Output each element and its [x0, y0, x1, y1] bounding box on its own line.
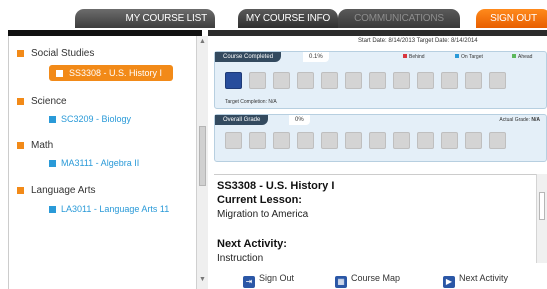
course-info-scrollbar[interactable] [536, 174, 547, 263]
course-bullet-icon [56, 70, 63, 77]
course-item-sc3209[interactable]: SC3209 - Biology [49, 114, 132, 124]
progress-cell [393, 72, 410, 89]
progress-cell [489, 72, 506, 89]
progress-cell [297, 72, 314, 89]
actual-grade-label: Actual Grade: [499, 117, 530, 123]
tab-my-course-list[interactable]: MY COURSE LIST [75, 9, 215, 28]
subject-social-studies: Social Studies [17, 48, 95, 59]
overall-grade-label: Overall Grade [215, 115, 269, 125]
course-bullet-icon [49, 116, 56, 123]
legend-on-target-icon [455, 54, 459, 58]
legend-behind-label: Behind [409, 54, 425, 60]
subject-label: Science [31, 96, 67, 107]
sign-out-tab[interactable]: SIGN OUT [476, 9, 547, 28]
subject-label: Language Arts [31, 185, 96, 196]
course-dates: Start Date: 8/14/2013 Target Date: 8/14/… [358, 38, 478, 44]
subject-science: Science [17, 96, 67, 107]
course-title: SS3308 - U.S. History I [217, 180, 335, 192]
progress-cell [273, 72, 290, 89]
overall-grade-value: 0% [289, 115, 310, 125]
grade-cell [393, 132, 410, 149]
subject-label: Social Studies [31, 48, 95, 59]
course-label: MA3111 - Algebra II [61, 158, 140, 168]
course-map-icon: ▦ [335, 276, 347, 288]
course-actions: ⇥ Sign Out ▦ Course Map ▶ Next Activity [208, 270, 547, 289]
course-label: SS3308 - U.S. History I [69, 68, 163, 78]
tab-communications[interactable]: COMMUNICATIONS [338, 9, 460, 28]
grade-cell [297, 132, 314, 149]
course-label: SC3209 - Biology [61, 114, 132, 124]
progress-cell [369, 72, 386, 89]
legend-ahead-label: Ahead [518, 54, 533, 60]
progress-cell [345, 72, 362, 89]
current-lesson-label: Current Lesson: [217, 194, 302, 206]
grade-cell [225, 132, 242, 149]
course-bullet-icon [49, 160, 56, 167]
course-item-la3011[interactable]: LA3011 - Language Arts 11 [49, 204, 170, 214]
subject-bullet-icon [17, 50, 24, 57]
subject-bullet-icon [17, 142, 24, 149]
grade-cell [321, 132, 338, 149]
course-info-panel: Start Date: 8/14/2013 Target Date: 8/14/… [208, 30, 547, 289]
grade-cell [369, 132, 386, 149]
grade-cell [465, 132, 482, 149]
legend-ahead-icon [512, 54, 516, 58]
subject-math: Math [17, 140, 54, 151]
legend-ahead: Ahead [512, 54, 532, 60]
course-label: LA3011 - Language Arts 11 [61, 204, 170, 214]
grade-cell [489, 132, 506, 149]
course-list-panel: Social Studies SS3308 - U.S. History I S… [8, 36, 197, 289]
legend-on-target: On Target [455, 54, 483, 60]
scroll-up-icon[interactable]: ▲ [199, 38, 206, 45]
sign-out-label: Sign Out [259, 273, 295, 283]
scrollbar-thumb[interactable] [539, 192, 545, 220]
completion-cells [225, 72, 506, 89]
course-info-details: SS3308 - U.S. History I Current Lesson: … [214, 174, 536, 264]
sign-out-button[interactable]: ⇥ Sign Out [243, 273, 294, 288]
scrollbar-thumb[interactable] [199, 126, 206, 186]
next-activity-value: Instruction [217, 253, 264, 264]
grade-cells [225, 132, 506, 149]
course-progress-box: Course Completed 0.1% Behind On Target A… [214, 51, 547, 109]
sign-out-icon: ⇥ [243, 276, 255, 288]
legend-behind-icon [403, 54, 407, 58]
progress-cell [249, 72, 266, 89]
subject-language-arts: Language Arts [17, 185, 96, 196]
progress-cell [465, 72, 482, 89]
top-nav: MY COURSE LIST MY COURSE INFO COMMUNICAT… [0, 0, 547, 30]
course-item-ma3111[interactable]: MA3111 - Algebra II [49, 158, 140, 168]
subject-label: Math [31, 140, 54, 151]
subject-bullet-icon [17, 187, 24, 194]
grade-cell [345, 132, 362, 149]
progress-cell [321, 72, 338, 89]
subject-bullet-icon [17, 98, 24, 105]
target-completion: Target Completion: N/A [225, 99, 277, 105]
legend-on-target-label: On Target [461, 54, 483, 60]
course-map-button[interactable]: ▦ Course Map [335, 273, 400, 288]
grade-cell [441, 132, 458, 149]
next-activity-icon: ▶ [443, 276, 455, 288]
course-completed-label: Course Completed [215, 52, 282, 62]
course-bullet-icon [49, 206, 56, 213]
progress-cell [417, 72, 434, 89]
course-completed-value: 0.1% [303, 52, 329, 62]
next-activity-button[interactable]: ▶ Next Activity [443, 273, 508, 288]
grade-cell [249, 132, 266, 149]
tab-my-course-info[interactable]: MY COURSE INFO [238, 9, 338, 28]
next-activity-label: Next Activity [459, 273, 509, 283]
course-info-header-bar [208, 30, 547, 36]
progress-cell [441, 72, 458, 89]
current-lesson-value: Migration to America [217, 209, 309, 220]
grade-box: Overall Grade 0% Actual Grade: N/A [214, 114, 547, 162]
scroll-down-icon[interactable]: ▼ [199, 276, 206, 283]
course-map-label: Course Map [351, 273, 401, 283]
grade-cell [417, 132, 434, 149]
actual-grade-value: N/A [531, 117, 540, 123]
progress-cell-filled [225, 72, 242, 89]
actual-grade: Actual Grade: N/A [499, 117, 540, 123]
legend-behind: Behind [403, 54, 425, 60]
course-item-ss3308[interactable]: SS3308 - U.S. History I [49, 65, 173, 81]
next-activity-label: Next Activity: [217, 238, 287, 250]
grade-cell [273, 132, 290, 149]
